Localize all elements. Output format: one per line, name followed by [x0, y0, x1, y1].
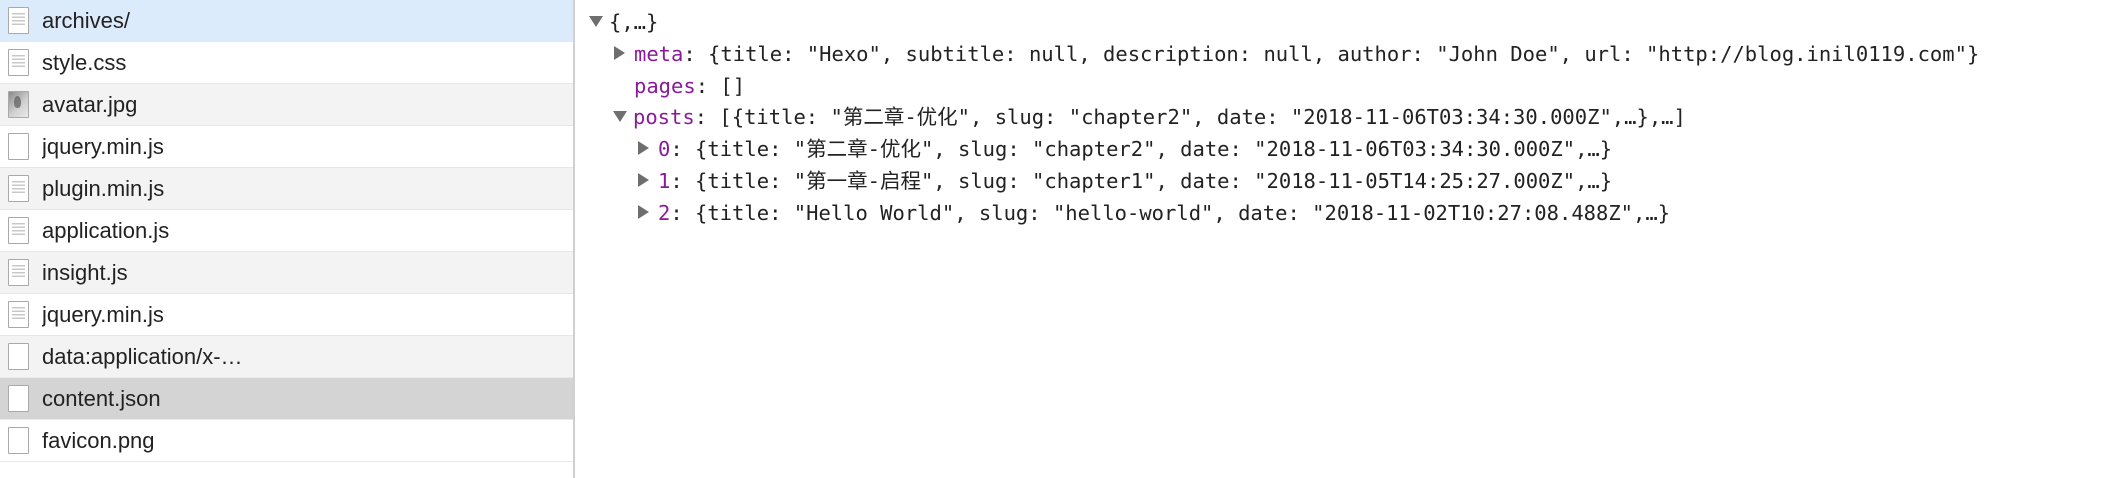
json-key-posts: posts	[633, 105, 695, 129]
file-name: jquery.min.js	[42, 133, 164, 159]
document-icon	[8, 259, 29, 286]
json-post-item-1[interactable]: 1: {title: "第一章-启程", slug: "chapter1", d…	[638, 165, 1612, 197]
file-name: content.json	[42, 385, 161, 411]
file-row[interactable]: plugin.min.js	[0, 168, 573, 210]
file-row[interactable]: application.js	[0, 210, 573, 252]
collapsed-triangle-icon[interactable]	[614, 46, 625, 60]
json-meta-node[interactable]: meta: {title: "Hexo", subtitle: null, de…	[614, 38, 1979, 70]
json-value-post: : {title: "第二章-优化", slug: "chapter2", da…	[670, 137, 1613, 161]
file-row[interactable]: favicon.png	[0, 420, 573, 462]
json-value-meta: : {title: "Hexo", subtitle: null, descri…	[683, 42, 1980, 66]
json-preview-panel: {,…} meta: {title: "Hexo", subtitle: nul…	[577, 0, 2102, 478]
json-pages-node: pages: []	[634, 70, 745, 102]
blank-file-icon	[8, 385, 29, 412]
file-row[interactable]: content.json	[0, 378, 573, 420]
file-name: application.js	[42, 217, 170, 243]
document-icon	[8, 175, 29, 202]
json-key-index: 2	[658, 201, 671, 225]
collapsed-triangle-icon[interactable]	[638, 141, 649, 155]
blank-file-icon	[8, 427, 29, 454]
file-name: insight.js	[42, 259, 128, 285]
file-row[interactable]: avatar.jpg	[0, 84, 573, 126]
file-row[interactable]: jquery.min.js	[0, 126, 573, 168]
file-name: plugin.min.js	[42, 175, 165, 201]
file-row[interactable]: archives/	[0, 0, 573, 42]
json-key-meta: meta	[634, 42, 684, 66]
json-root-node[interactable]: {,…}	[589, 6, 658, 38]
json-value-pages: : []	[695, 74, 746, 98]
json-key-index: 1	[658, 169, 671, 193]
file-row[interactable]: style.css	[0, 42, 573, 84]
json-posts-node[interactable]: posts: [{title: "第二章-优化", slug: "chapter…	[613, 101, 1686, 133]
file-name: data:application/x-…	[42, 343, 243, 369]
file-row[interactable]: data:application/x-…	[0, 336, 573, 378]
blank-file-icon	[8, 343, 29, 370]
json-post-item-2[interactable]: 2: {title: "Hello World", slug: "hello-w…	[638, 197, 1670, 229]
file-name: jquery.min.js	[42, 301, 164, 327]
file-name: archives/	[42, 7, 131, 33]
file-list-panel: archives/ style.css avatar.jpg jquery.mi…	[0, 0, 575, 478]
json-key-index: 0	[658, 137, 671, 161]
file-name: style.css	[42, 49, 127, 75]
expanded-triangle-icon[interactable]	[589, 15, 603, 27]
blank-file-icon	[8, 133, 29, 160]
file-name: favicon.png	[42, 427, 155, 453]
document-icon	[8, 49, 29, 76]
file-name: avatar.jpg	[42, 91, 138, 117]
json-post-item-0[interactable]: 0: {title: "第二章-优化", slug: "chapter2", d…	[638, 133, 1612, 165]
collapsed-triangle-icon[interactable]	[638, 173, 649, 187]
json-value-post: : {title: "Hello World", slug: "hello-wo…	[670, 201, 1671, 225]
json-root-summary: {,…}	[609, 10, 659, 34]
document-icon	[8, 301, 29, 328]
json-key-pages: pages	[634, 74, 696, 98]
image-icon	[8, 91, 29, 118]
expanded-triangle-icon[interactable]	[613, 110, 627, 122]
file-row[interactable]: jquery.min.js	[0, 294, 573, 336]
document-icon	[8, 7, 29, 34]
json-value-posts: : [{title: "第二章-优化", slug: "chapter2", d…	[694, 105, 1686, 129]
file-row[interactable]: insight.js	[0, 252, 573, 294]
collapsed-triangle-icon[interactable]	[638, 205, 649, 219]
file-list: archives/ style.css avatar.jpg jquery.mi…	[0, 0, 573, 462]
document-icon	[8, 217, 29, 244]
json-value-post: : {title: "第一章-启程", slug: "chapter1", da…	[670, 169, 1613, 193]
